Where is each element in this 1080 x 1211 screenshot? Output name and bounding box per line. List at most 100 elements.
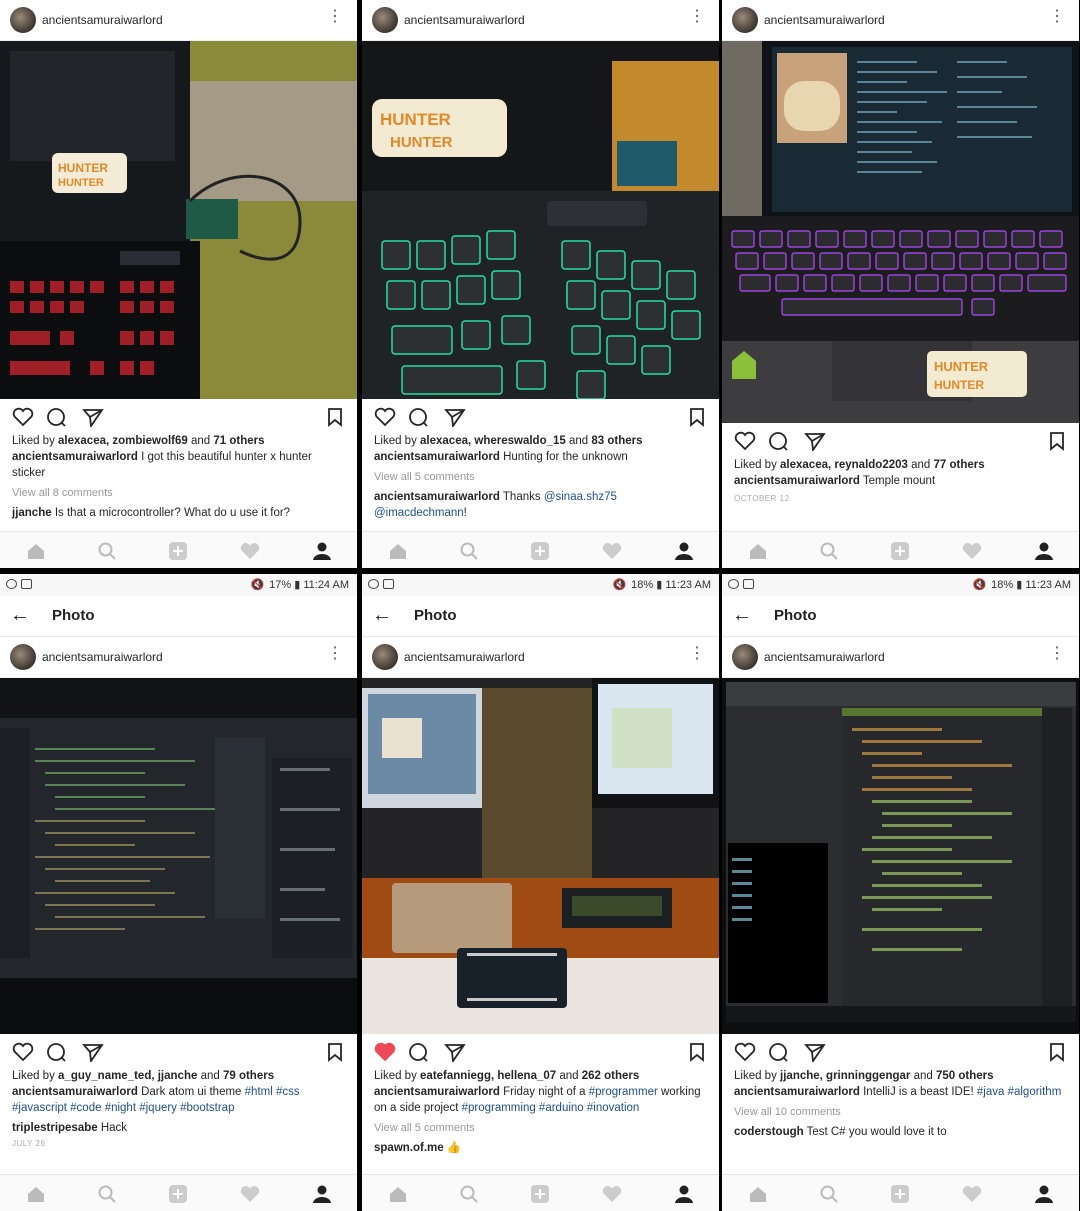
more-icon[interactable]: ⋮ — [689, 646, 705, 662]
search-icon[interactable] — [820, 1185, 838, 1203]
post-username[interactable]: ancientsamuraiwarlord — [42, 650, 163, 664]
caption-username[interactable]: ancientsamuraiwarlord — [734, 475, 860, 487]
likes-line[interactable]: Liked by alexacea, reynaldo2203 and 77 o… — [722, 457, 1079, 473]
comment-icon[interactable] — [46, 407, 68, 427]
post-photo[interactable] — [0, 678, 357, 1034]
heart-icon[interactable] — [734, 431, 756, 451]
likes-line[interactable]: Liked by a_guy_name_ted, jjanche and 79 … — [0, 1068, 357, 1084]
heart-icon[interactable] — [12, 1042, 34, 1062]
post-username[interactable]: ancientsamuraiwarlord — [764, 650, 885, 664]
likes-names[interactable]: alexacea, zombiewolf69 — [58, 435, 188, 447]
search-icon[interactable] — [460, 542, 478, 560]
bookmark-icon[interactable] — [1049, 431, 1065, 451]
more-icon[interactable]: ⋮ — [1049, 646, 1065, 662]
likes-names[interactable]: eatefanniegg, hellena_07 — [420, 1070, 556, 1082]
profile-icon[interactable] — [674, 542, 694, 560]
likes-line[interactable]: Liked by jjanche, grinninggengar and 750… — [722, 1068, 1079, 1084]
comment-username[interactable]: coderstough — [734, 1126, 804, 1138]
comment-icon[interactable] — [408, 1042, 430, 1062]
back-arrow-icon[interactable]: ← — [10, 604, 30, 627]
bookmark-icon[interactable] — [1049, 1042, 1065, 1062]
bookmark-icon[interactable] — [327, 407, 343, 427]
comment-icon[interactable] — [408, 407, 430, 427]
bookmark-icon[interactable] — [327, 1042, 343, 1062]
home-icon[interactable] — [26, 542, 46, 560]
likes-names[interactable]: jjanche, grinninggengar — [780, 1070, 910, 1082]
home-icon[interactable] — [26, 1185, 46, 1203]
heart-icon[interactable] — [12, 407, 34, 427]
share-icon[interactable] — [82, 407, 104, 427]
view-all-comments[interactable]: View all 10 comments — [722, 1104, 1079, 1120]
avatar[interactable] — [10, 7, 36, 33]
likes-line[interactable]: Liked by eatefanniegg, hellena_07 and 26… — [362, 1068, 719, 1084]
search-icon[interactable] — [460, 1185, 478, 1203]
caption-username[interactable]: ancientsamuraiwarlord — [12, 451, 138, 463]
post-photo[interactable] — [362, 678, 719, 1034]
bookmark-icon[interactable] — [689, 407, 705, 427]
profile-icon[interactable] — [312, 1185, 332, 1203]
profile-icon[interactable] — [312, 542, 332, 560]
profile-icon[interactable] — [674, 1185, 694, 1203]
comment-username[interactable]: triplestripesabe — [12, 1122, 98, 1134]
avatar[interactable] — [10, 644, 36, 670]
more-icon[interactable]: ⋮ — [327, 9, 343, 25]
post-username[interactable]: ancientsamuraiwarlord — [404, 13, 525, 27]
avatar[interactable] — [372, 644, 398, 670]
activity-icon[interactable] — [240, 1185, 260, 1203]
caption-hashtags[interactable]: #programming #arduino #inovation — [462, 1102, 640, 1114]
comment-icon[interactable] — [46, 1042, 68, 1062]
search-icon[interactable] — [820, 542, 838, 560]
post-username[interactable]: ancientsamuraiwarlord — [404, 650, 525, 664]
activity-icon[interactable] — [602, 1185, 622, 1203]
more-icon[interactable]: ⋮ — [327, 646, 343, 662]
caption-hashtags[interactable]: #java #algorithm — [977, 1086, 1061, 1098]
add-icon[interactable] — [890, 542, 910, 560]
likes-count[interactable]: 77 others — [933, 459, 984, 471]
likes-count[interactable]: 262 others — [582, 1070, 640, 1082]
comment-username[interactable]: spawn.of.me — [374, 1142, 444, 1154]
heart-icon[interactable] — [734, 1042, 756, 1062]
back-arrow-icon[interactable]: ← — [732, 604, 752, 627]
likes-line[interactable]: Liked by alexacea, whereswaldo_15 and 83… — [362, 433, 719, 449]
avatar[interactable] — [732, 644, 758, 670]
post-photo[interactable]: HUNTER HUNTER — [362, 41, 719, 399]
search-icon[interactable] — [98, 542, 116, 560]
likes-count[interactable]: 71 others — [213, 435, 264, 447]
post-photo[interactable]: HUNTER HUNTER — [722, 41, 1079, 423]
caption-username[interactable]: ancientsamuraiwarlord — [374, 451, 500, 463]
likes-count[interactable]: 83 others — [591, 435, 642, 447]
home-icon[interactable] — [388, 542, 408, 560]
post-photo[interactable]: HUNTER HUNTER — [0, 41, 357, 399]
add-icon[interactable] — [890, 1185, 910, 1203]
comment-icon[interactable] — [768, 431, 790, 451]
back-arrow-icon[interactable]: ← — [372, 604, 392, 627]
view-all-comments[interactable]: View all 5 comments — [362, 1120, 719, 1136]
share-icon[interactable] — [82, 1042, 104, 1062]
home-icon[interactable] — [748, 542, 768, 560]
comment-username[interactable]: ancientsamuraiwarlord — [374, 491, 500, 503]
activity-icon[interactable] — [962, 542, 982, 560]
avatar[interactable] — [732, 7, 758, 33]
view-all-comments[interactable]: View all 8 comments — [0, 485, 357, 501]
post-username[interactable]: ancientsamuraiwarlord — [764, 13, 885, 27]
avatar[interactable] — [372, 7, 398, 33]
add-icon[interactable] — [530, 1185, 550, 1203]
likes-count[interactable]: 750 others — [936, 1070, 994, 1082]
caption-username[interactable]: ancientsamuraiwarlord — [12, 1086, 138, 1098]
add-icon[interactable] — [530, 542, 550, 560]
likes-names[interactable]: alexacea, reynaldo2203 — [780, 459, 908, 471]
likes-count[interactable]: 79 others — [223, 1070, 274, 1082]
likes-line[interactable]: Liked by alexacea, zombiewolf69 and 71 o… — [0, 433, 357, 449]
activity-icon[interactable] — [602, 542, 622, 560]
heart-icon[interactable] — [374, 407, 396, 427]
caption-username[interactable]: ancientsamuraiwarlord — [374, 1086, 500, 1098]
heart-icon[interactable] — [374, 1042, 396, 1062]
share-icon[interactable] — [804, 1042, 826, 1062]
profile-icon[interactable] — [1034, 542, 1054, 560]
share-icon[interactable] — [444, 1042, 466, 1062]
home-icon[interactable] — [748, 1185, 768, 1203]
bookmark-icon[interactable] — [689, 1042, 705, 1062]
activity-icon[interactable] — [240, 542, 260, 560]
add-icon[interactable] — [168, 542, 188, 560]
profile-icon[interactable] — [1034, 1185, 1054, 1203]
